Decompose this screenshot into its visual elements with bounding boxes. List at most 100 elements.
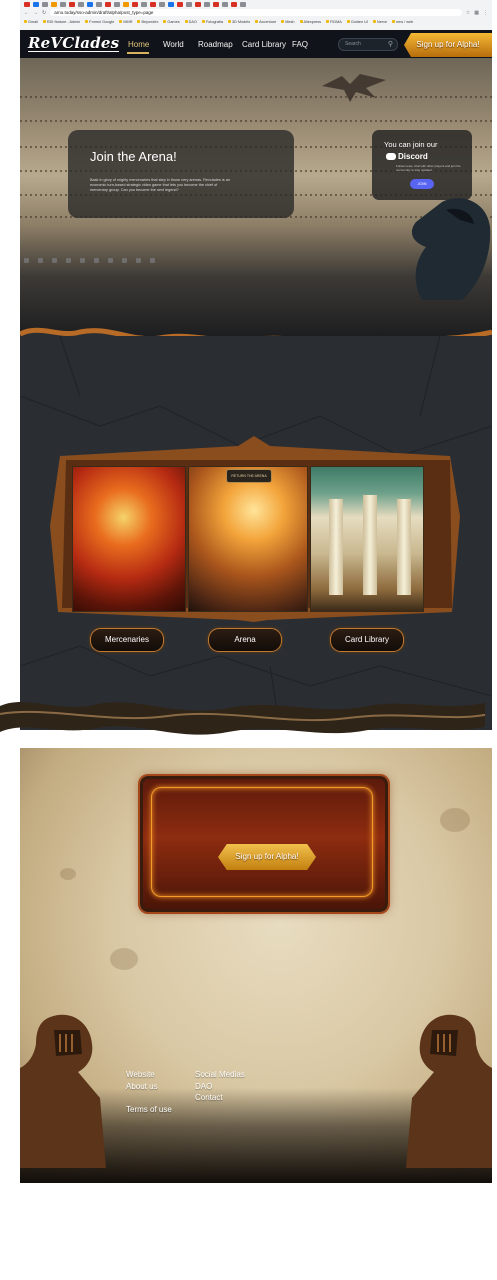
browser-tab[interactable] xyxy=(159,1,165,7)
bookmark-item[interactable]: RDI feature - Admin xyxy=(42,20,80,24)
browser-tab[interactable] xyxy=(51,1,57,7)
browser-tab[interactable] xyxy=(42,1,48,7)
bookmark-item[interactable]: Aliexpress xyxy=(299,19,322,24)
bookmark-label: Mesh xyxy=(285,19,295,24)
bookmark-item[interactable]: Gmail xyxy=(24,20,38,24)
discord-text: Follow news, chat with other players and… xyxy=(396,164,461,172)
discord-join-button[interactable]: JOIN xyxy=(410,179,434,189)
bookmark-item[interactable]: Golden UI xyxy=(346,19,368,24)
nav-card-library[interactable]: Card Library xyxy=(242,40,286,50)
browser-tab[interactable] xyxy=(114,1,120,7)
footer-link-social-medias[interactable]: Social Medias xyxy=(195,1070,245,1080)
bookmark-item[interactable]: Beyondex xyxy=(137,20,158,24)
search-input[interactable]: Search ⚲ xyxy=(338,38,398,51)
parchment-stain xyxy=(110,948,138,970)
folder-icon xyxy=(299,20,303,23)
bookmark-item[interactable]: MMR xyxy=(119,20,132,24)
address-bar[interactable]: arno.today/sso-admin/draft/alpha/post_ty… xyxy=(50,9,462,16)
taskbar-app-icon xyxy=(136,257,141,263)
torn-edge-bottom xyxy=(0,702,485,735)
site-logo[interactable]: ReVClades xyxy=(28,35,120,52)
star-icon[interactable]: ☆ xyxy=(466,10,470,16)
join-arena-text: Bask in glory of mighty mercenaries that… xyxy=(90,178,230,193)
browser-tab[interactable] xyxy=(69,1,75,7)
bookmark-label: Gmail xyxy=(28,19,38,24)
discord-card: You can join our Discord Follow news, ch… xyxy=(372,130,472,200)
browser-tab-strip[interactable] xyxy=(20,0,492,8)
temple-column xyxy=(329,499,343,595)
bookmark-label: 3D Models xyxy=(231,19,251,24)
card-library-card-image xyxy=(310,466,424,612)
mercenaries-button[interactable]: Mercenaries xyxy=(90,628,164,652)
browser-tab[interactable] xyxy=(186,1,192,7)
footer-link-website[interactable]: Website xyxy=(126,1070,155,1080)
signup-alpha-cta-button[interactable]: Sign up for Alpha! xyxy=(218,844,316,870)
bookmark-item[interactable]: Nerve xyxy=(372,20,387,24)
browser-tab[interactable] xyxy=(105,1,111,7)
forward-arrow-icon[interactable]: → xyxy=(33,10,38,16)
bookmark-item[interactable]: 3D Models xyxy=(227,19,251,24)
browser-chrome: ← → ↻ arno.today/sso-admin/draft/alpha/p… xyxy=(20,0,492,30)
browser-tab[interactable] xyxy=(204,1,210,7)
browser-tab[interactable] xyxy=(33,1,39,7)
bookmark-label: Beyondex xyxy=(141,19,159,24)
footer-link-terms[interactable]: Terms of use xyxy=(126,1105,172,1115)
hero-section: Join the Arena! Bask in glory of mighty … xyxy=(20,58,492,338)
signup-alpha-button[interactable]: Sign up for Alpha! xyxy=(404,33,492,57)
browser-tab[interactable] xyxy=(168,1,174,7)
bookmark-item[interactable]: FIDMA xyxy=(326,20,342,24)
reload-icon[interactable]: ↻ xyxy=(42,10,46,16)
browser-tab[interactable] xyxy=(123,1,129,7)
browser-tab[interactable] xyxy=(177,1,183,7)
knight-left-illustration xyxy=(20,1014,106,1168)
bookmark-label: Golden UI xyxy=(350,19,368,24)
search-icon[interactable]: ⚲ xyxy=(388,40,393,48)
footer-link-dao[interactable]: DAO xyxy=(195,1082,212,1092)
bookmark-item[interactable]: DAO xyxy=(184,20,197,24)
bookmark-label: Fotografia xyxy=(205,19,223,24)
browser-tab[interactable] xyxy=(231,1,237,7)
site-navbar: ReVClades Home World Roadmap Card Librar… xyxy=(20,30,492,59)
browser-tab[interactable] xyxy=(141,1,147,7)
discord-intro: You can join our xyxy=(384,140,438,149)
browser-tab[interactable] xyxy=(96,1,102,7)
browser-tab[interactable] xyxy=(222,1,228,7)
nav-world[interactable]: World xyxy=(163,40,184,50)
bookmark-item[interactable]: Formul Google xyxy=(85,20,114,24)
browser-tab[interactable] xyxy=(240,1,246,7)
taskbar-search-icon xyxy=(38,257,43,263)
nav-roadmap[interactable]: Roadmap xyxy=(198,40,233,50)
bookmarks-bar: Gmail RDI feature - Admin Formul Google MMR… xyxy=(20,17,492,26)
bookmark-item[interactable]: Fotografia xyxy=(201,19,223,24)
bookmark-item[interactable]: Mesh xyxy=(281,19,295,24)
nav-faq[interactable]: FAQ xyxy=(292,40,308,50)
browser-tab[interactable] xyxy=(60,1,66,7)
extensions-icon[interactable]: ▦ xyxy=(474,10,479,16)
bookmark-item[interactable]: Games xyxy=(163,20,180,24)
browser-tab[interactable] xyxy=(87,1,93,7)
join-arena-title: Join the Arena! xyxy=(90,149,177,164)
browser-tab[interactable] xyxy=(150,1,156,7)
browser-tab[interactable] xyxy=(132,1,138,7)
browser-tab[interactable] xyxy=(195,1,201,7)
bookmark-item[interactable]: Accenture xyxy=(255,20,276,24)
signup-section: Sign up for Alpha! Website About us Term… xyxy=(20,748,492,1183)
footer-link-about-us[interactable]: About us xyxy=(126,1082,158,1092)
join-arena-card: Join the Arena! Bask in glory of mighty … xyxy=(68,130,294,218)
arena-button[interactable]: Arena xyxy=(208,628,282,652)
browser-tab[interactable] xyxy=(213,1,219,7)
menu-dots-icon[interactable]: ⋮ xyxy=(483,10,488,16)
back-arrow-icon[interactable]: ← xyxy=(24,10,29,16)
browser-tab[interactable] xyxy=(24,1,30,7)
taskbar-app-icon xyxy=(150,257,155,263)
nav-home[interactable]: Home xyxy=(128,40,149,50)
bookmark-item[interactable]: new / web xyxy=(392,20,413,24)
discord-brand: Discord xyxy=(398,152,428,161)
footer-link-contact[interactable]: Contact xyxy=(195,1093,223,1103)
browser-tab[interactable] xyxy=(78,1,84,7)
bookmark-label: Aliexpress xyxy=(303,19,322,24)
folder-icon xyxy=(119,20,123,23)
card-library-button[interactable]: Card Library xyxy=(330,628,404,652)
folder-icon xyxy=(42,20,46,23)
crowd-decoration xyxy=(20,96,492,98)
